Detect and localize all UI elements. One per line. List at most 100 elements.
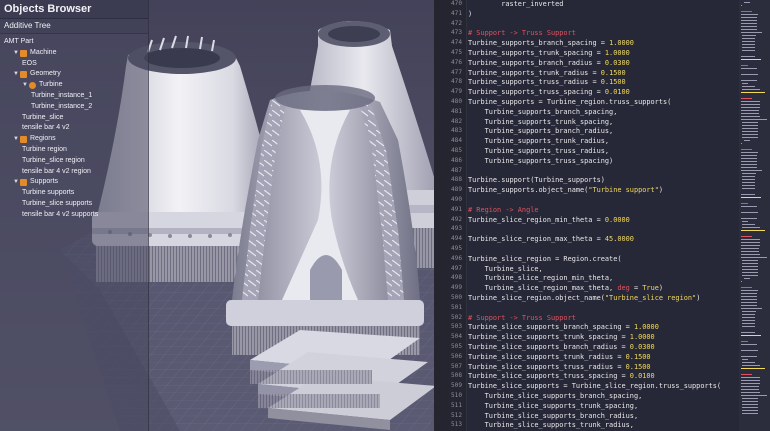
code-token: Turbine_slice_supports_branch_radius,: [468, 411, 639, 420]
tree-item[interactable]: Turbine_instance_2: [0, 102, 148, 113]
code-line[interactable]: Turbine_slice_supports_trunk_radius,: [468, 420, 634, 430]
minimap-line: [742, 224, 756, 226]
additive-tree-tab[interactable]: Additive Tree: [0, 19, 148, 34]
code-line[interactable]: Turbine_supports_trunk_radius,: [468, 136, 609, 146]
code-line[interactable]: Turbine_supports = Turbine_region.truss_…: [468, 97, 671, 107]
code-token: # Support -> Truss Support: [468, 313, 576, 322]
tree-item[interactable]: Turbine_slice region: [0, 156, 148, 167]
expand-arrow-icon[interactable]: ▼: [13, 48, 19, 59]
code-line[interactable]: Turbine_slice_supports_trunk_radius = 0.…: [468, 352, 651, 362]
code-token: Turbine_supports_trunk_radius,: [468, 137, 610, 146]
code-line[interactable]: ): [468, 9, 472, 19]
code-line[interactable]: Turbine_slice_region_max_theta, deg = Tr…: [468, 283, 663, 293]
code-token: 0.0300: [629, 343, 655, 351]
code-line[interactable]: Turbine_slice_supports = Turbine_slice_r…: [468, 381, 721, 391]
tree-item[interactable]: tensile bar 4 v2: [0, 123, 148, 134]
line-number: 481: [450, 107, 462, 115]
code-area[interactable]: raster_inverted) # Support -> Truss Suppo…: [468, 0, 738, 431]
code-token: Turbine_slice_region.object_name(: [468, 294, 605, 302]
code-line[interactable]: Turbine_supports_trunk_spacing = 1.0000: [468, 48, 630, 58]
code-line[interactable]: Turbine.support(Turbine_supports): [468, 175, 605, 185]
code-line[interactable]: raster_inverted: [468, 0, 563, 9]
code-line[interactable]: Turbine_slice_region = Region.create(: [468, 254, 622, 264]
expand-arrow-icon[interactable]: ▼: [13, 69, 19, 80]
code-line[interactable]: Turbine_slice_supports_branch_spacing,: [468, 391, 643, 401]
expand-arrow-icon[interactable]: ▼: [22, 80, 28, 91]
code-line[interactable]: Turbine_supports.object_name("Turbine su…: [468, 185, 663, 195]
tree-item[interactable]: Turbine_slice supports: [0, 199, 148, 210]
code-line[interactable]: Turbine_slice_region_min_theta = 0.0000: [468, 215, 630, 225]
minimap-line: [742, 398, 759, 400]
code-line[interactable]: Turbine_supports_truss_radius = 0.1500: [468, 77, 626, 87]
code-line[interactable]: Turbine_supports_trunk_spacing,: [468, 117, 614, 127]
tree-item[interactable]: tensile bar 4 v2 supports: [0, 210, 148, 221]
code-line[interactable]: Turbine_slice_region_min_theta,: [468, 273, 614, 283]
line-number: 502: [450, 313, 462, 321]
minimap-line: [741, 158, 758, 160]
minimap-line: [741, 203, 749, 205]
line-number: 506: [450, 352, 462, 360]
minimap-line: [742, 359, 749, 361]
tree-item[interactable]: ▼ Machine: [0, 48, 148, 59]
minimap-line: [741, 14, 758, 16]
code-editor[interactable]: 470 471 472 473 474 475 476 477 478 479 480 481 482 4…: [434, 0, 770, 431]
code-line[interactable]: Turbine_slice_supports_truss_radius = 0.…: [468, 362, 651, 372]
code-line[interactable]: Turbine_supports_trunk_radius = 0.1500: [468, 68, 626, 78]
tree-item-label: Turbine_slice region: [22, 156, 85, 164]
tree-item-label: tensile bar 4 v2 region: [22, 167, 91, 175]
minimap-line: [741, 335, 761, 337]
code-line[interactable]: Turbine_supports_branch_spacing,: [468, 107, 618, 117]
code-line[interactable]: # Region -> Angle: [468, 205, 539, 215]
minimap-line: [741, 302, 757, 304]
code-line[interactable]: Turbine_supports_branch_radius = 0.0300: [468, 58, 630, 68]
expand-arrow-icon[interactable]: ▼: [13, 177, 19, 188]
minimap-line: [741, 230, 765, 232]
code-line[interactable]: Turbine_supports_truss_spacing): [468, 156, 614, 166]
tree-item[interactable]: EOS: [0, 59, 148, 70]
tree-item[interactable]: ▼ Turbine: [0, 80, 148, 91]
tree-item[interactable]: ▼ Regions: [0, 134, 148, 145]
code-token: Turbine_supports = Turbine_region.truss_…: [468, 98, 672, 106]
code-token: Turbine_slice,: [468, 264, 543, 273]
code-line[interactable]: # Support -> Truss Support: [468, 28, 576, 38]
tree-item[interactable]: tensile bar 4 v2 region: [0, 167, 148, 178]
minimap-line: [741, 293, 758, 295]
objects-browser-title: Objects Browser: [0, 0, 148, 19]
minimap-line: [742, 320, 755, 322]
minimap-line: [742, 86, 756, 88]
tree-item[interactable]: Turbine_instance_1: [0, 91, 148, 102]
code-minimap[interactable]: [739, 0, 770, 431]
tree-item[interactable]: Turbine_slice: [0, 113, 148, 124]
code-line[interactable]: Turbine_slice_supports_truss_spacing = 0…: [468, 371, 655, 381]
code-line[interactable]: Turbine_slice_supports_branch_radius = 0…: [468, 342, 655, 352]
minimap-line: [742, 44, 755, 46]
minimap-line: [742, 185, 755, 187]
code-line[interactable]: Turbine_supports_branch_spacing = 1.0000: [468, 38, 634, 48]
minimap-line: [742, 407, 758, 409]
minimap-line: [742, 275, 758, 277]
tree-item[interactable]: ▼ Supports: [0, 177, 148, 188]
line-number: 491: [450, 205, 462, 213]
tree-item[interactable]: ▼ Geometry: [0, 69, 148, 80]
code-line[interactable]: Turbine_slice,: [468, 264, 543, 274]
code-line[interactable]: Turbine_slice_supports_trunk_spacing,: [468, 401, 639, 411]
minimap-line: [741, 65, 749, 67]
code-line[interactable]: Turbine_supports_truss_spacing = 0.0100: [468, 87, 630, 97]
minimap-line: [741, 218, 757, 220]
code-line[interactable]: Turbine_supports_truss_radius,: [468, 146, 609, 156]
code-line[interactable]: Turbine_slice_supports_trunk_spacing = 1…: [468, 332, 655, 342]
tree-item[interactable]: Turbine supports: [0, 188, 148, 199]
minimap-line: [742, 128, 758, 130]
code-line[interactable]: Turbine_slice_region_max_theta = 45.0000: [468, 234, 634, 244]
code-line[interactable]: Turbine_supports_branch_radius,: [468, 126, 614, 136]
minimap-line: [741, 377, 761, 379]
code-line[interactable]: Turbine_slice_supports_branch_radius,: [468, 411, 639, 421]
code-line[interactable]: Turbine_slice_supports_branch_spacing = …: [468, 322, 659, 332]
line-number: 507: [450, 362, 462, 370]
code-line[interactable]: # Support -> Truss Support: [468, 313, 576, 323]
tree-item[interactable]: AMT Part: [0, 37, 148, 48]
tree-item[interactable]: Turbine region: [0, 145, 148, 156]
code-line[interactable]: Turbine_slice_region.object_name("Turbin…: [468, 293, 700, 303]
minimap-line: [741, 344, 758, 346]
expand-arrow-icon[interactable]: ▼: [13, 134, 19, 145]
